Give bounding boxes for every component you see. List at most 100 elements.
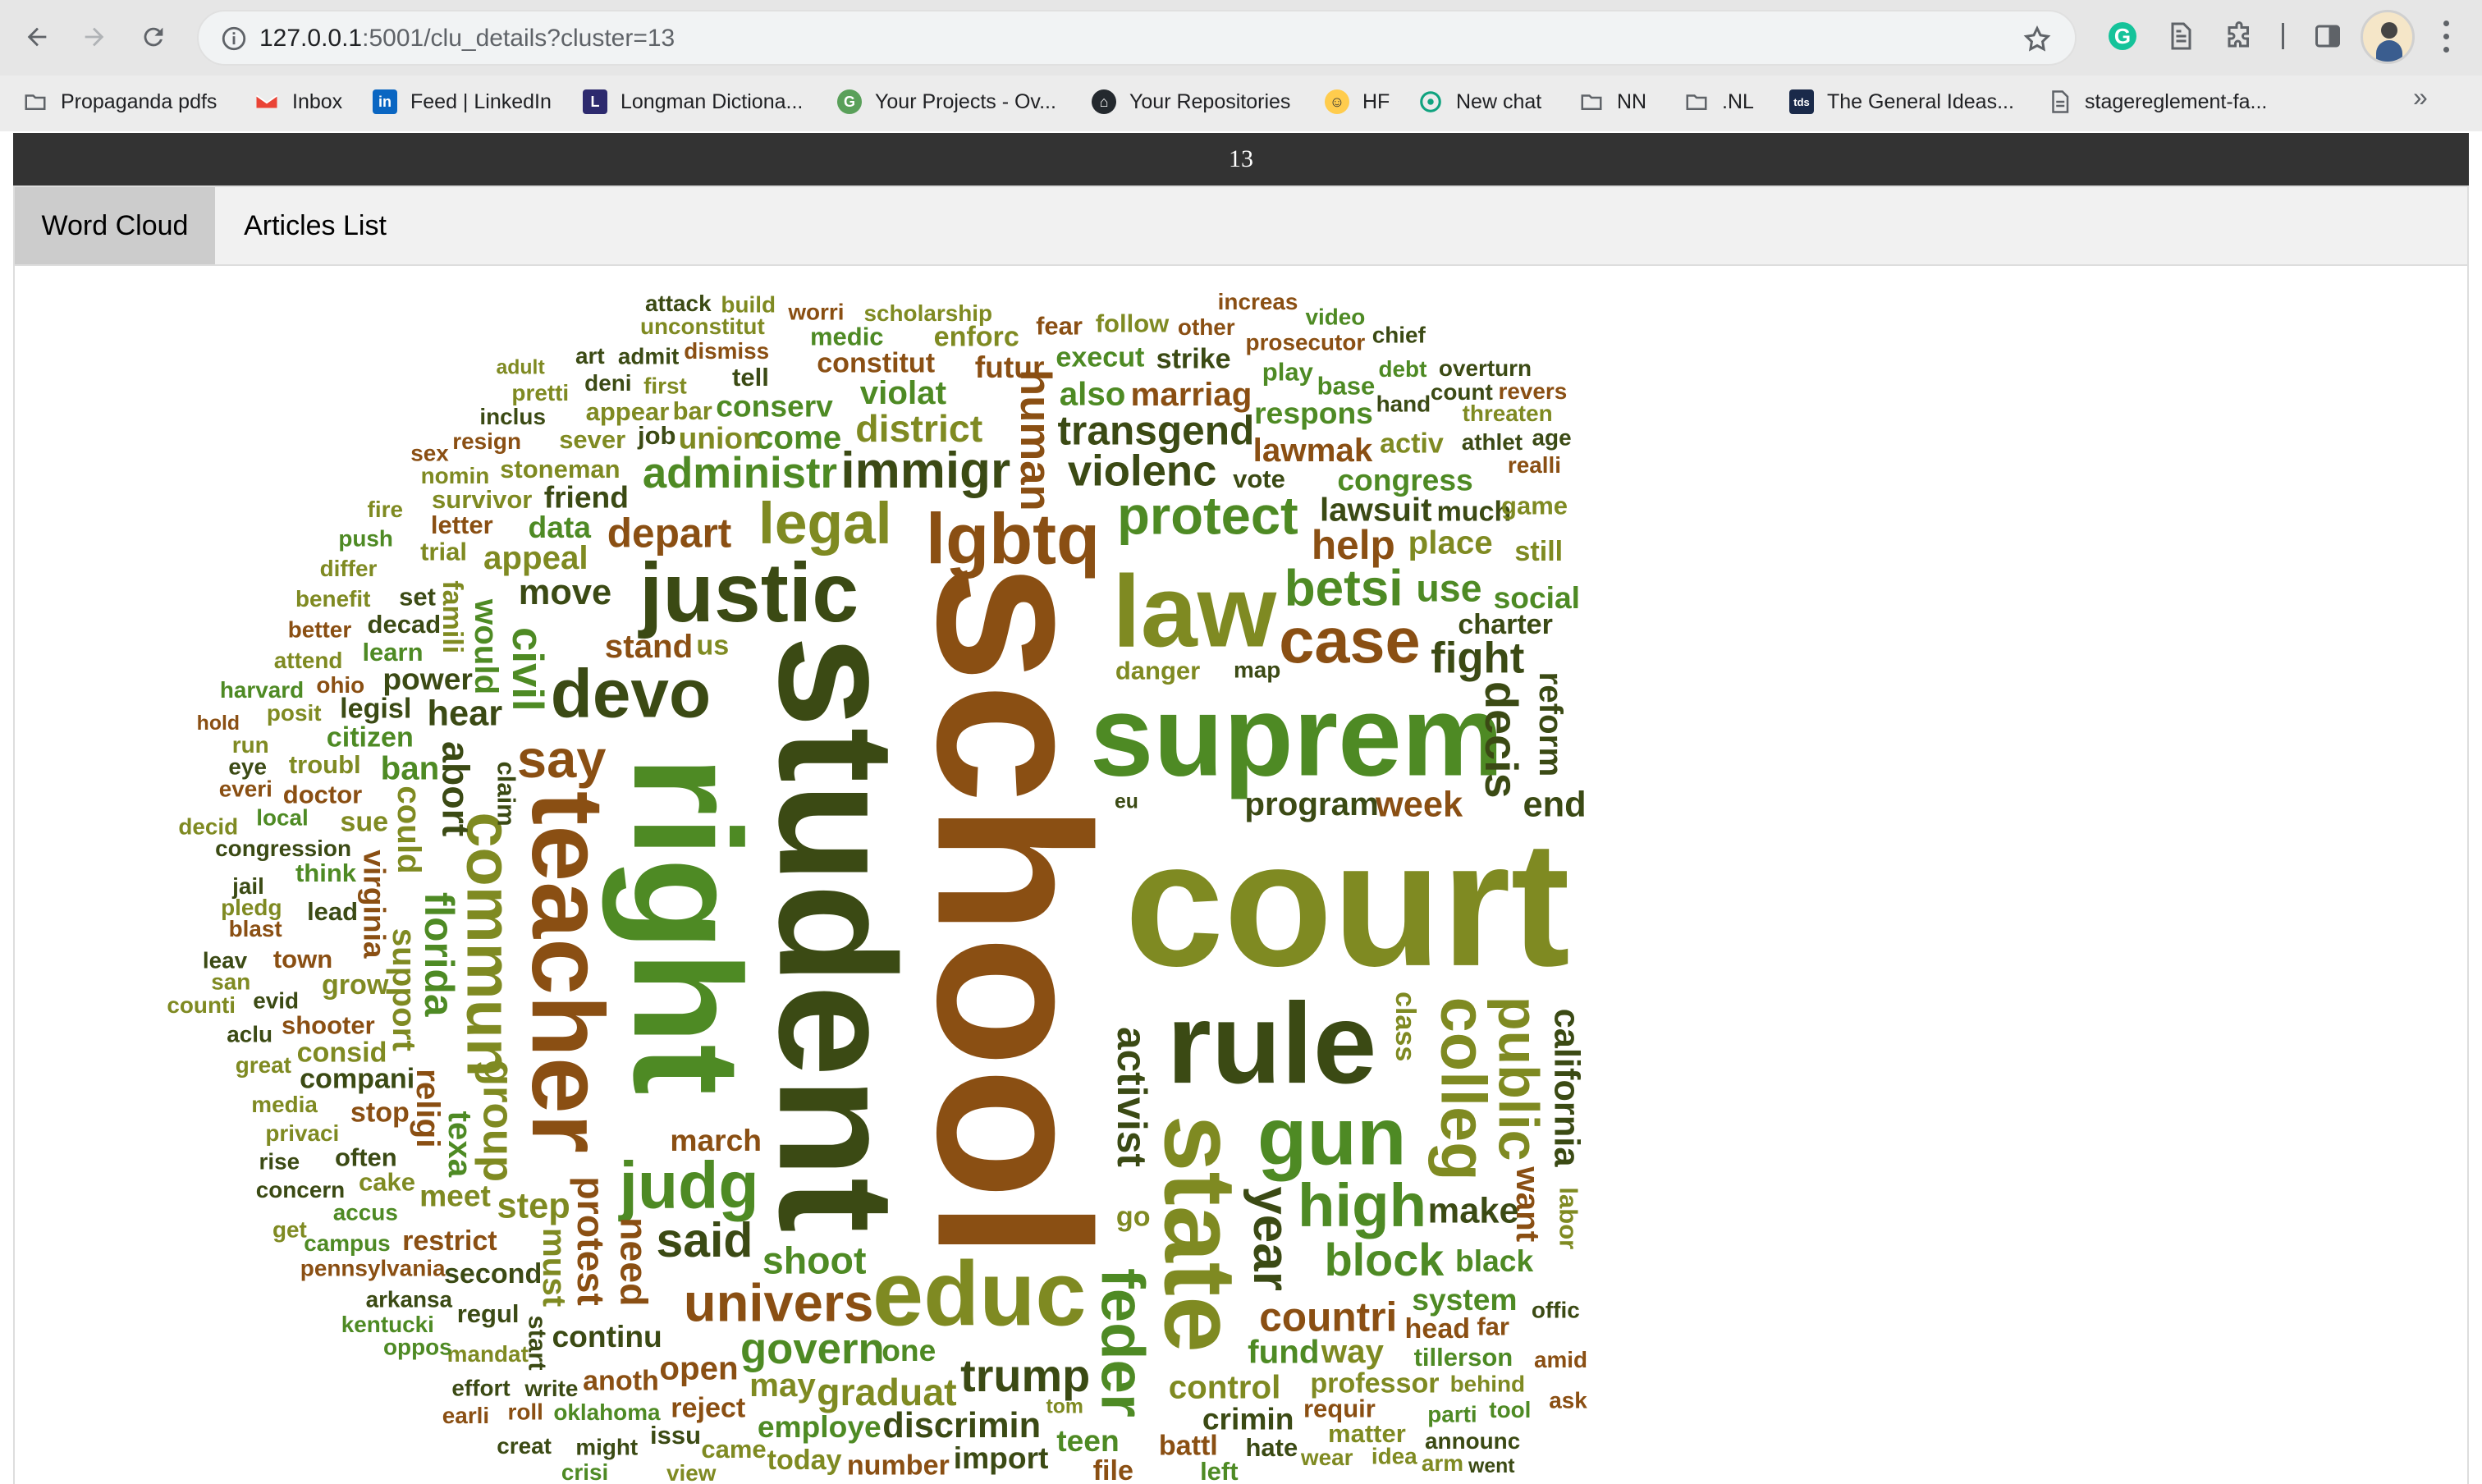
word-cloud-term: feder xyxy=(1088,1268,1156,1418)
word-cloud-term: pretti xyxy=(511,380,569,405)
bookmark-item[interactable]: L Longman Dictiona... xyxy=(583,84,803,120)
word-cloud-term: follow xyxy=(1096,309,1170,337)
word-cloud-term: state xyxy=(1143,1115,1257,1353)
side-panel-button[interactable] xyxy=(2310,18,2346,54)
grammarly-extension[interactable]: G xyxy=(2104,18,2141,54)
word-cloud-term: debt xyxy=(1378,356,1426,382)
github-icon: ⌂ xyxy=(1092,89,1116,114)
word-cloud-term: creat xyxy=(497,1433,552,1459)
word-cloud-term: realli xyxy=(1508,452,1561,478)
word-cloud-term: decis xyxy=(1476,681,1527,799)
word-cloud-term: bar xyxy=(673,396,712,425)
word-cloud-term: regul xyxy=(457,1299,520,1328)
grammarly-icon: G xyxy=(2109,22,2136,50)
tab-articles-list[interactable]: Articles List xyxy=(215,187,415,264)
word-cloud-term: sue xyxy=(340,806,388,837)
word-cloud-term: protest xyxy=(570,1176,612,1306)
word-cloud-term: pennsylvania xyxy=(300,1256,446,1281)
word-cloud-term: medic xyxy=(810,322,884,350)
reload-button[interactable] xyxy=(128,11,179,62)
word-cloud-term: abort xyxy=(434,741,477,836)
arrow-right-icon xyxy=(85,27,104,47)
word-cloud-term: transgend xyxy=(1058,407,1255,453)
word-cloud-term: decid xyxy=(178,813,238,839)
word-cloud-term: help xyxy=(1312,522,1395,568)
word-cloud-term: far xyxy=(1477,1312,1509,1340)
chevron-double-right-icon[interactable]: » xyxy=(2413,82,2428,112)
word-cloud-term: head xyxy=(1405,1313,1471,1344)
bookmark-item[interactable]: tds The General Ideas... xyxy=(1789,84,2014,120)
word-cloud-term: trump xyxy=(960,1349,1090,1401)
word-cloud-term: trial xyxy=(420,537,467,566)
bookmark-item[interactable]: Inbox xyxy=(254,84,342,120)
word-cloud-term: arm xyxy=(1422,1450,1463,1476)
reload-icon xyxy=(144,27,163,47)
word-cloud-term: kentucki xyxy=(341,1312,434,1337)
forward-button[interactable] xyxy=(69,11,120,62)
bookmark-item[interactable]: Propaganda pdfs xyxy=(23,84,217,120)
bookmark-item[interactable]: ☺ HF xyxy=(1325,84,1390,120)
address-bar[interactable]: 127.0.0.1:5001/clu_details?cluster=13 xyxy=(197,10,2077,66)
bookmark-item[interactable]: stagereglement-fa... xyxy=(2047,84,2267,120)
word-cloud-term: lgbtq xyxy=(926,499,1100,579)
url-text[interactable]: 127.0.0.1:5001/clu_details?cluster=13 xyxy=(259,25,675,53)
word-cloud-term: parti xyxy=(1427,1402,1477,1427)
word-cloud-term: right xyxy=(602,756,772,1095)
bookmarks-bar: Propaganda pdfs Inbox in Feed | LinkedIn… xyxy=(0,77,2482,126)
bookmark-item[interactable]: .NL xyxy=(1684,84,1754,120)
word-cloud-term: inclus xyxy=(479,404,546,429)
bookmark-item[interactable]: ⌂ Your Repositories xyxy=(1092,84,1290,120)
word-cloud-term: week xyxy=(1375,786,1463,825)
word-cloud: schoolcourtstudentrightsupremrulestatete… xyxy=(167,291,1587,1484)
bookmark-label: New chat xyxy=(1456,89,1542,113)
word-cloud-term: great xyxy=(236,1052,291,1078)
word-cloud-term: set xyxy=(399,582,436,611)
word-cloud-term: attend xyxy=(274,648,343,673)
word-cloud-term: adult xyxy=(496,356,544,378)
arrow-left-icon xyxy=(27,27,47,47)
bookmark-item[interactable]: NN xyxy=(1579,84,1646,120)
word-cloud-term: govern xyxy=(740,1325,885,1373)
bookmark-star-icon[interactable] xyxy=(2022,25,2052,54)
bookmark-item[interactable]: New chat xyxy=(1418,84,1541,120)
word-cloud-term: local xyxy=(256,804,309,830)
menu-kebab-icon[interactable] xyxy=(2431,16,2461,56)
word-cloud-term: campus xyxy=(304,1230,390,1256)
word-cloud-term: tom xyxy=(1046,1396,1083,1418)
word-cloud-term: revers xyxy=(1498,378,1567,404)
bookmark-label: Your Repositories xyxy=(1129,89,1291,113)
profile-avatar[interactable] xyxy=(2361,10,2415,64)
word-cloud-term: employe xyxy=(758,1409,882,1444)
word-cloud-term: said xyxy=(656,1214,753,1267)
word-cloud-term: us xyxy=(696,630,729,661)
back-button[interactable] xyxy=(11,11,62,62)
word-cloud-term: file xyxy=(1093,1455,1133,1484)
bookmark-item[interactable]: G Your Projects - Ov... xyxy=(837,84,1056,120)
word-cloud-term: age xyxy=(1532,424,1572,450)
word-cloud-term: gun xyxy=(1257,1092,1407,1183)
word-cloud-term: grow xyxy=(322,969,389,1001)
bookmark-item[interactable]: in Feed | LinkedIn xyxy=(373,84,552,120)
extensions-button[interactable] xyxy=(2221,18,2257,54)
word-cloud-term: congress xyxy=(1337,463,1472,497)
longman-icon: L xyxy=(583,89,607,114)
word-cloud-term: counti xyxy=(167,992,236,1018)
cluster-header: 13 xyxy=(13,133,2469,186)
word-cloud-term: much xyxy=(1436,497,1511,528)
cluster-id: 13 xyxy=(1229,145,1253,172)
word-cloud-term: student xyxy=(744,635,929,1233)
bookmark-label: Your Projects - Ov... xyxy=(875,89,1056,113)
word-cloud-term: appear xyxy=(586,397,670,426)
word-cloud-term: admit xyxy=(618,344,679,369)
reader-extension[interactable] xyxy=(2162,18,2198,54)
word-cloud-term: religi xyxy=(410,1069,446,1147)
word-cloud-term: evid xyxy=(253,987,299,1013)
word-cloud-term: move xyxy=(519,573,611,612)
word-cloud-term: today xyxy=(767,1445,842,1476)
word-cloud-term: famili xyxy=(437,580,468,653)
tab-word-cloud[interactable]: Word Cloud xyxy=(15,187,215,264)
word-cloud-term: went xyxy=(1468,1455,1514,1477)
url-host: 127.0.0.1 xyxy=(259,25,363,52)
site-info-icon[interactable] xyxy=(220,25,248,53)
word-cloud-term: one xyxy=(882,1333,936,1367)
